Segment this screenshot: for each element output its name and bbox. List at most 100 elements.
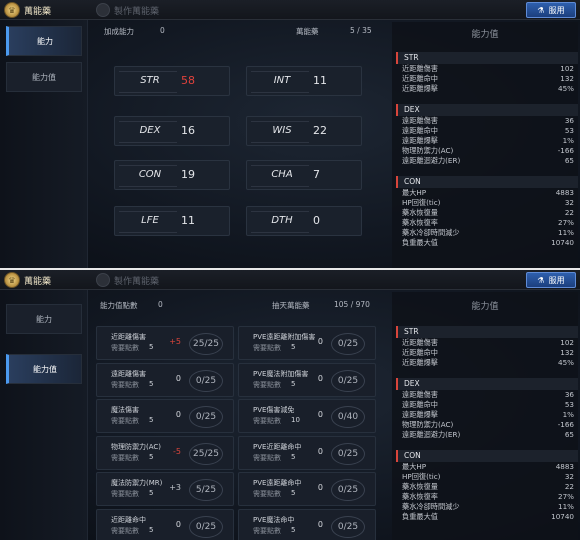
summary-row-label: 藥水恢復量 [402,482,438,491]
craft-emblem-icon [96,3,110,17]
ability-row[interactable]: 遠距離傷害 需要點數 5 0 0/25 [96,362,234,397]
ability-level-count: 0/25 [331,369,365,392]
ability-current: +5 [169,337,181,346]
stat-name: LFE [141,215,159,226]
summary-row-label: 近距離傷害 [402,64,438,73]
tab-craft-elixir[interactable]: 製作萬能藥 [96,0,159,20]
required-points-label: 需要點數 [111,490,139,498]
use-button[interactable]: ⚗ 服用 [526,2,576,18]
required-points-value: 5 [149,452,154,461]
elixir-emblem-icon: ♛ [4,272,20,288]
summary-section-header: CON [396,176,578,188]
required-points-value: 5 [149,343,154,351]
summary-row: 近距離爆擊 45% [396,84,578,94]
required-points-value: 5 [149,525,154,534]
nav-ability[interactable]: 能力 [6,26,82,56]
ability-row[interactable]: PVE遠距離命中 需要點數 5 0 0/25 [238,472,376,506]
required-points-value: 5 [291,379,296,388]
summary-row-label: 遠距離命中 [402,400,438,409]
ability-name: PVE遠距離命中 [253,479,302,487]
summary-row: 遠距離迴避力(ER) 65 [396,430,578,440]
ability-level-count: 0/25 [189,515,223,538]
ability-name: PVE魔法命中 [253,515,295,524]
stat-value: 58 [181,74,195,87]
summary-row-value: 1% [562,136,574,145]
ability-row[interactable]: 物理防禦力(AC) 需要點數 5 -5 25/25 [96,435,234,470]
ability-row[interactable]: PVE遠距離附加傷害 需要點數 5 0 0/25 [238,326,376,360]
summary-row: 藥水恢復量 22 [396,208,578,218]
summary-section-con: CON 最大HP 4883 HP回復(tic) 32 藥水恢復量 22 藥水恢復率 27% 藥水冷… [396,450,578,522]
stat-value: 22 [313,124,327,137]
use-button-2[interactable]: ⚗ 服用 [526,272,576,288]
summary-row-label: HP回復(tic) [402,472,441,481]
ability-row[interactable]: 魔法傷害 需要點數 5 0 0/25 [96,399,234,433]
nav-ability-value[interactable]: 能力值 [6,62,82,92]
summary-row-value: 27% [558,218,574,227]
stat-box-dex: DEX 16 [114,116,230,146]
ability-level-count: 0/40 [331,406,365,428]
summary-row: 遠距離爆擊 1% [396,410,578,420]
required-points-label: 需要點數 [111,453,139,462]
bonus-value: 0 [160,26,165,35]
required-points-value: 5 [149,489,154,497]
ability-current: 0 [317,373,323,383]
ability-row[interactable]: 近距離傷害 需要點數 5 +5 25/25 [96,326,234,360]
summary-section-dex: DEX 遠距離傷害 36 遠距離命中 53 遠距離爆擊 1% 物理防禦力(AC) -166 遠距離… [396,104,578,166]
summary-row-label: 物理防禦力(AC) [402,420,454,429]
summary-row: 近距離傷害 102 [396,338,578,348]
ability-name: PVE魔法附加傷害 [253,369,309,378]
ability-level-count: 0/25 [331,333,365,355]
required-points-value: 5 [149,379,154,388]
stat-box-int: INT 11 [246,66,362,96]
ability-current: 0 [317,483,323,492]
summary-row-value: 11% [558,228,574,237]
ability-row[interactable]: PVE魔法附加傷害 需要點數 5 0 0/25 [238,362,376,397]
side-nav-2: 能力 能力值 [0,290,88,540]
nav-ability-2[interactable]: 能力 [6,304,82,334]
stat-box-con: CON 19 [114,160,230,190]
required-points-value: 5 [291,525,296,534]
ability-current: 0 [175,519,181,529]
elixir-ability-panel: ♛ 萬能藥 製作萬能藥 ⚗ 服用 能力 能力值 加成能力 0 萬能藥 5 / 3… [0,0,580,268]
required-points-value: 10 [291,416,300,424]
tab-elixir-2[interactable]: ♛ 萬能藥 [4,270,96,290]
summary-section-header: DEX [396,104,578,116]
required-points-label: 需要點數 [111,344,139,352]
stat-box-str: STR 58 [114,66,230,96]
ability-name: PVE遠距離附加傷害 [253,333,316,341]
ability-row[interactable]: PVE傷害減免 需要點數 10 0 0/40 [238,399,376,433]
ability-current: -5 [173,446,181,456]
elixir-count-label: 萬能藥 [296,27,319,36]
summary-row-value: 102 [560,338,574,347]
tab-craft-elixir-2[interactable]: 製作萬能藥 [96,270,159,290]
nav-ability-value-2[interactable]: 能力值 [6,354,82,384]
summary-row: 藥水恢復率 27% [396,492,578,502]
stat-value: 11 [181,214,195,227]
summary-row: 遠距離命中 53 [396,400,578,410]
tab-elixir[interactable]: ♛ 萬能藥 [4,0,96,20]
elixir-count-value: 5 / 35 [350,26,372,35]
summary-row-value: 10740 [551,512,574,521]
summary-row-value: 45% [558,84,574,93]
summary-row-label: 遠距離傷害 [402,390,438,399]
summary-row-label: 遠距離傷害 [402,116,438,125]
points-label: 能力值點數 [100,301,138,310]
summary-section-header: DEX [396,378,578,390]
summary-row: 近距離傷害 102 [396,64,578,74]
ability-row[interactable]: PVE近距離命中 需要點數 5 0 0/25 [238,435,376,470]
ability-level-count: 0/25 [189,406,223,428]
ability-row[interactable]: 魔法防禦力(MR) 需要點數 5 +3 5/25 [96,472,234,506]
summary-row-value: 132 [560,74,574,83]
summary-row: 藥水恢復率 27% [396,218,578,228]
summary-row-label: 近距離爆擊 [402,84,438,93]
ability-row[interactable]: 近距離命中 需要點數 5 0 0/25 [96,508,234,540]
ability-row[interactable]: PVE魔法命中 需要點數 5 0 0/25 [238,508,376,540]
summary-row-label: 藥水恢復量 [402,208,438,217]
summary-row-value: 36 [564,390,574,399]
summary-section-header: CON [396,450,578,462]
summary-row-value: 65 [564,156,574,165]
stat-name: WIS [272,125,292,136]
ability-current: 0 [317,337,323,346]
summary-title-2: 能力值 [471,302,499,312]
required-points-label: 需要點數 [253,344,281,352]
